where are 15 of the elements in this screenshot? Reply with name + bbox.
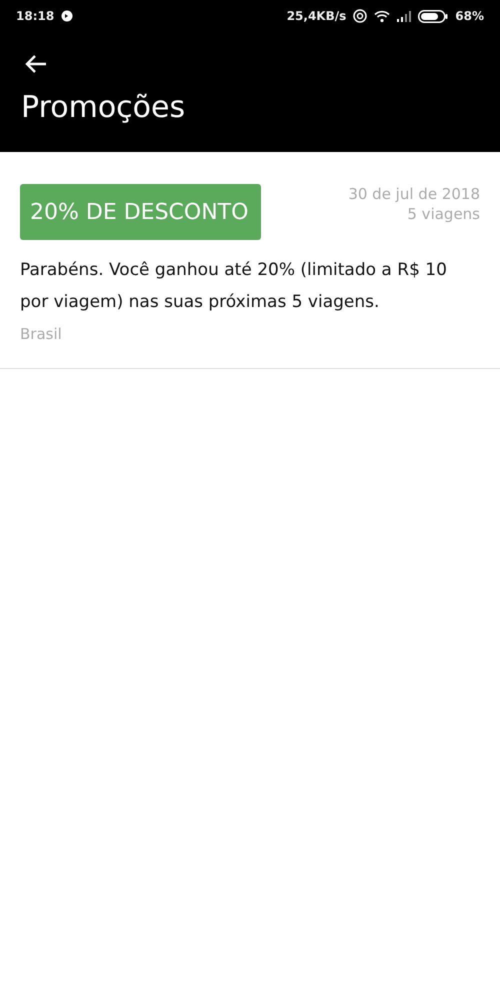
wifi-icon (374, 10, 390, 22)
notification-icon (61, 10, 74, 22)
battery-icon (418, 10, 448, 22)
status-time: 18:18 (16, 9, 54, 23)
trip-count: 5 viagens (406, 204, 480, 224)
hotspot-icon (353, 9, 368, 23)
promotion-description: Parabéns. Você ganhou até 20% (limitado a R$ 10 por viagem) nas suas próximas 5 viagens. (20, 259, 448, 314)
back-button[interactable] (25, 54, 47, 74)
signal-icon (397, 10, 412, 22)
discount-badge: 20% DE DESCONTO (20, 184, 261, 240)
network-speed: 25,4KB/s (286, 9, 346, 23)
page-title: Promoções (21, 89, 186, 127)
battery-percent: 68% (455, 9, 484, 23)
promotion-date: 30 de jul de 2018 (348, 184, 480, 204)
promotion-region: Brasil (20, 324, 63, 344)
